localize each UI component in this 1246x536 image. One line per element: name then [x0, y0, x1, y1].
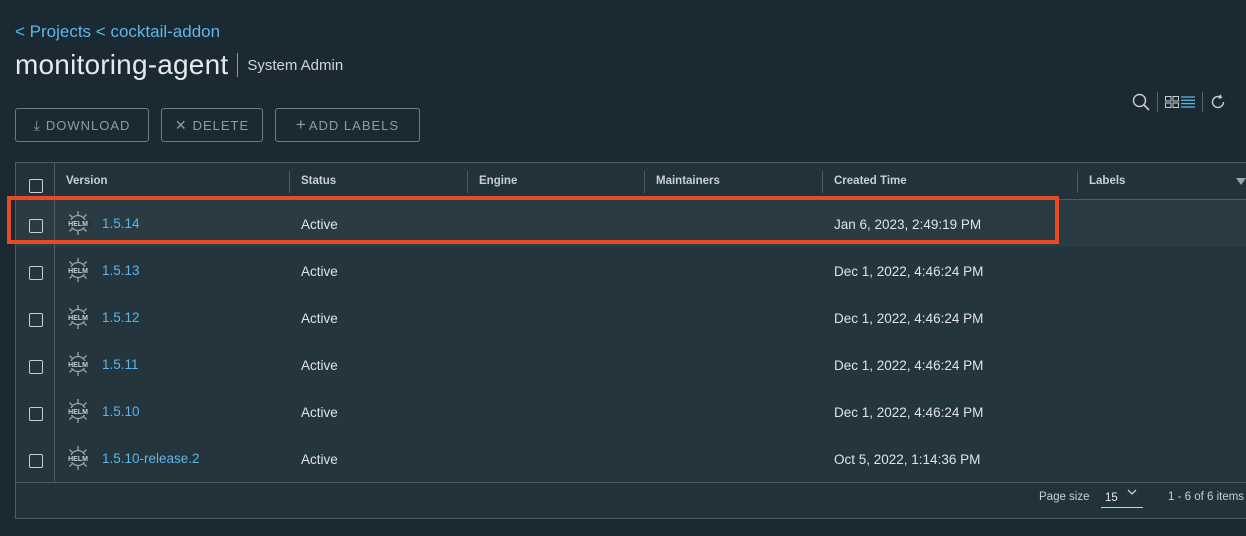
helm-icon: HELM	[64, 303, 92, 331]
created-time-text: Dec 1, 2022, 4:46:24 PM	[834, 311, 984, 326]
breadcrumb-project-link[interactable]: < cocktail-addon	[96, 22, 220, 41]
row-checkbox[interactable]	[29, 360, 43, 374]
svg-text:HELM: HELM	[68, 456, 88, 463]
column-header-engine[interactable]: Engine	[468, 163, 644, 199]
table-row[interactable]: HELM 1.5.10-release.2 Active Oct 5, 2022, 1…	[16, 435, 1246, 483]
version-link[interactable]: 1.5.10-release.2	[102, 451, 200, 466]
helm-icon: HELM	[64, 256, 92, 284]
version-link[interactable]: 1.5.11	[102, 357, 139, 372]
created-time-text: Oct 5, 2022, 1:14:36 PM	[834, 452, 981, 467]
delete-button[interactable]: ✕ DELETE	[161, 108, 263, 142]
table-header: Version Status Engine Maintainers Create…	[16, 163, 1246, 200]
row-checkbox[interactable]	[29, 454, 43, 468]
select-all-checkbox[interactable]	[29, 179, 43, 193]
role-label: System Admin	[247, 56, 344, 74]
title-divider	[237, 53, 239, 77]
column-divider	[54, 341, 55, 388]
search-icon[interactable]	[1132, 93, 1150, 111]
page-title: monitoring-agent	[15, 49, 229, 80]
row-checkbox[interactable]	[29, 313, 43, 327]
page-size-value: 15	[1105, 492, 1118, 504]
svg-text:HELM: HELM	[68, 315, 88, 322]
status-text: Active	[301, 358, 338, 373]
table-footer: Page size 15 1 - 6 of 6 items	[16, 481, 1246, 518]
created-time-text: Dec 1, 2022, 4:46:24 PM	[834, 264, 984, 279]
status-text: Active	[301, 217, 338, 232]
delete-label: DELETE	[192, 117, 250, 133]
column-divider	[54, 435, 55, 482]
created-time-text: Dec 1, 2022, 4:46:24 PM	[834, 405, 984, 420]
card-view-icon[interactable]	[1165, 96, 1179, 108]
svg-text:HELM: HELM	[68, 268, 88, 275]
add-labels-label: ADD LABELS	[308, 117, 400, 133]
column-divider	[54, 200, 55, 247]
helm-icon: HELM	[64, 397, 92, 425]
created-time-text: Dec 1, 2022, 4:46:24 PM	[834, 358, 984, 373]
svg-text:HELM: HELM	[68, 409, 88, 416]
version-link[interactable]: 1.5.10	[102, 404, 140, 419]
column-header-created-time[interactable]: Created Time	[823, 163, 1077, 199]
column-divider	[54, 388, 55, 435]
column-divider	[54, 294, 55, 341]
column-header-status[interactable]: Status	[290, 163, 467, 199]
divider	[1157, 92, 1158, 112]
plus-icon: +	[295, 115, 307, 134]
column-header-version[interactable]: Version	[55, 163, 288, 199]
refresh-icon[interactable]	[1210, 94, 1226, 110]
row-checkbox[interactable]	[29, 219, 43, 233]
download-label: DOWNLOAD	[45, 117, 131, 133]
svg-text:HELM: HELM	[68, 221, 88, 228]
add-labels-button[interactable]: + ADD LABELS	[275, 108, 420, 142]
table-row[interactable]: HELM 1.5.12 Active Dec 1, 2022, 4:46:24 PM	[16, 294, 1246, 342]
table-row[interactable]: HELM 1.5.11 Active Dec 1, 2022, 4:46:24 PM	[16, 341, 1246, 389]
helm-icon: HELM	[64, 209, 92, 237]
created-time-text: Jan 6, 2023, 2:49:19 PM	[834, 217, 982, 232]
divider	[1202, 92, 1203, 112]
status-text: Active	[301, 264, 338, 279]
page-size-select[interactable]: 15	[1101, 487, 1143, 508]
table-row[interactable]: HELM 1.5.14 Active Jan 6, 2023, 2:49:19 PM	[16, 200, 1246, 248]
column-header-labels[interactable]: Labels	[1078, 163, 1238, 199]
chevron-down-icon	[1127, 487, 1137, 500]
version-link[interactable]: 1.5.14	[102, 216, 140, 231]
version-link[interactable]: 1.5.12	[102, 310, 140, 325]
filter-icon[interactable]	[1236, 178, 1246, 185]
list-view-icon[interactable]	[1181, 96, 1195, 108]
view-controls	[1132, 92, 1226, 112]
close-icon: ✕	[174, 116, 188, 133]
versions-table: Version Status Engine Maintainers Create…	[15, 162, 1246, 519]
table-row[interactable]: HELM 1.5.13 Active Dec 1, 2022, 4:46:24 PM	[16, 247, 1246, 295]
table-row[interactable]: HELM 1.5.10 Active Dec 1, 2022, 4:46:24 PM	[16, 388, 1246, 436]
helm-icon: HELM	[64, 444, 92, 472]
row-checkbox[interactable]	[29, 407, 43, 421]
action-toolbar: ⤓ DOWNLOAD ✕ DELETE + ADD LABELS	[15, 108, 420, 142]
status-text: Active	[301, 452, 338, 467]
column-divider	[54, 247, 55, 294]
version-link[interactable]: 1.5.13	[102, 263, 140, 278]
column-header-maintainers[interactable]: Maintainers	[645, 163, 822, 199]
status-text: Active	[301, 405, 338, 420]
title-row: monitoring-agent System Admin	[15, 49, 343, 81]
status-text: Active	[301, 311, 338, 326]
page-size-label: Page size	[1039, 491, 1090, 503]
pagination-range: 1 - 6 of 6 items	[1168, 491, 1245, 503]
download-button[interactable]: ⤓ DOWNLOAD	[15, 108, 149, 142]
helm-icon: HELM	[64, 350, 92, 378]
breadcrumb-projects-link[interactable]: < Projects	[15, 22, 91, 41]
download-icon: ⤓	[33, 116, 41, 133]
svg-text:HELM: HELM	[68, 362, 88, 369]
row-checkbox[interactable]	[29, 266, 43, 280]
breadcrumb: < Projects < cocktail-addon	[15, 22, 220, 42]
